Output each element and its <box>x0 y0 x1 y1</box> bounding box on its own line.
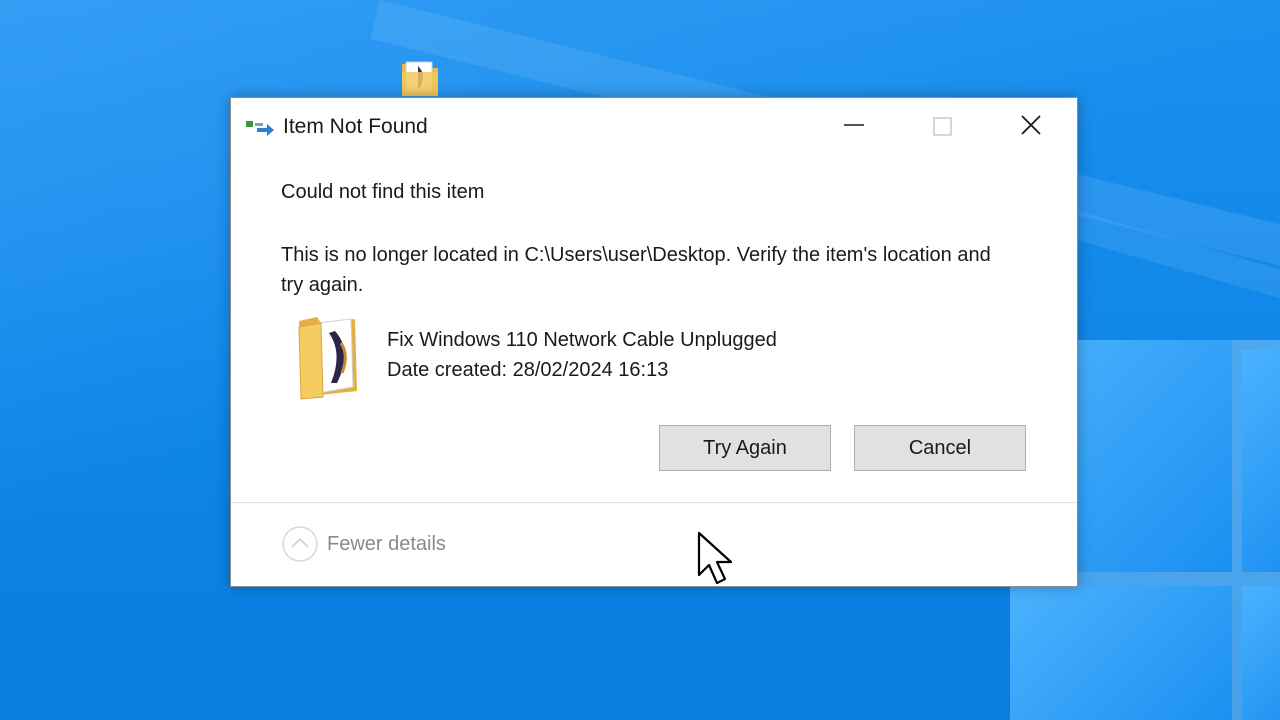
item-name: Fix Windows 110 Network Cable Unplugged <box>387 329 777 351</box>
close-icon <box>1021 115 1041 135</box>
fewer-details-label: Fewer details <box>327 533 446 555</box>
cancel-button[interactable]: Cancel <box>854 425 1026 471</box>
dialog-footer: Fewer details <box>231 503 1077 586</box>
main-instruction: Could not find this item <box>281 181 485 203</box>
maximize-icon <box>933 117 952 136</box>
network-transfer-icon <box>246 121 274 136</box>
try-again-button[interactable]: Try Again <box>659 425 831 471</box>
item-date-created: Date created: 28/02/2024 16:13 <box>387 359 669 381</box>
chevron-up-circle-icon <box>282 526 318 562</box>
item-not-found-dialog: Item Not Found Could not find this item … <box>230 97 1078 587</box>
minimize-button[interactable] <box>831 106 877 146</box>
mouse-pointer-icon <box>697 531 733 585</box>
minimize-icon <box>844 124 864 126</box>
error-message: This is no longer located in C:\Users\us… <box>281 244 991 296</box>
dialog-title: Item Not Found <box>283 115 428 138</box>
title-bar[interactable]: Item Not Found <box>231 98 1077 156</box>
maximize-button <box>919 106 965 146</box>
close-button[interactable] <box>1008 106 1054 146</box>
desktop-folder-icon[interactable] <box>398 56 442 100</box>
folder-icon <box>298 317 357 400</box>
